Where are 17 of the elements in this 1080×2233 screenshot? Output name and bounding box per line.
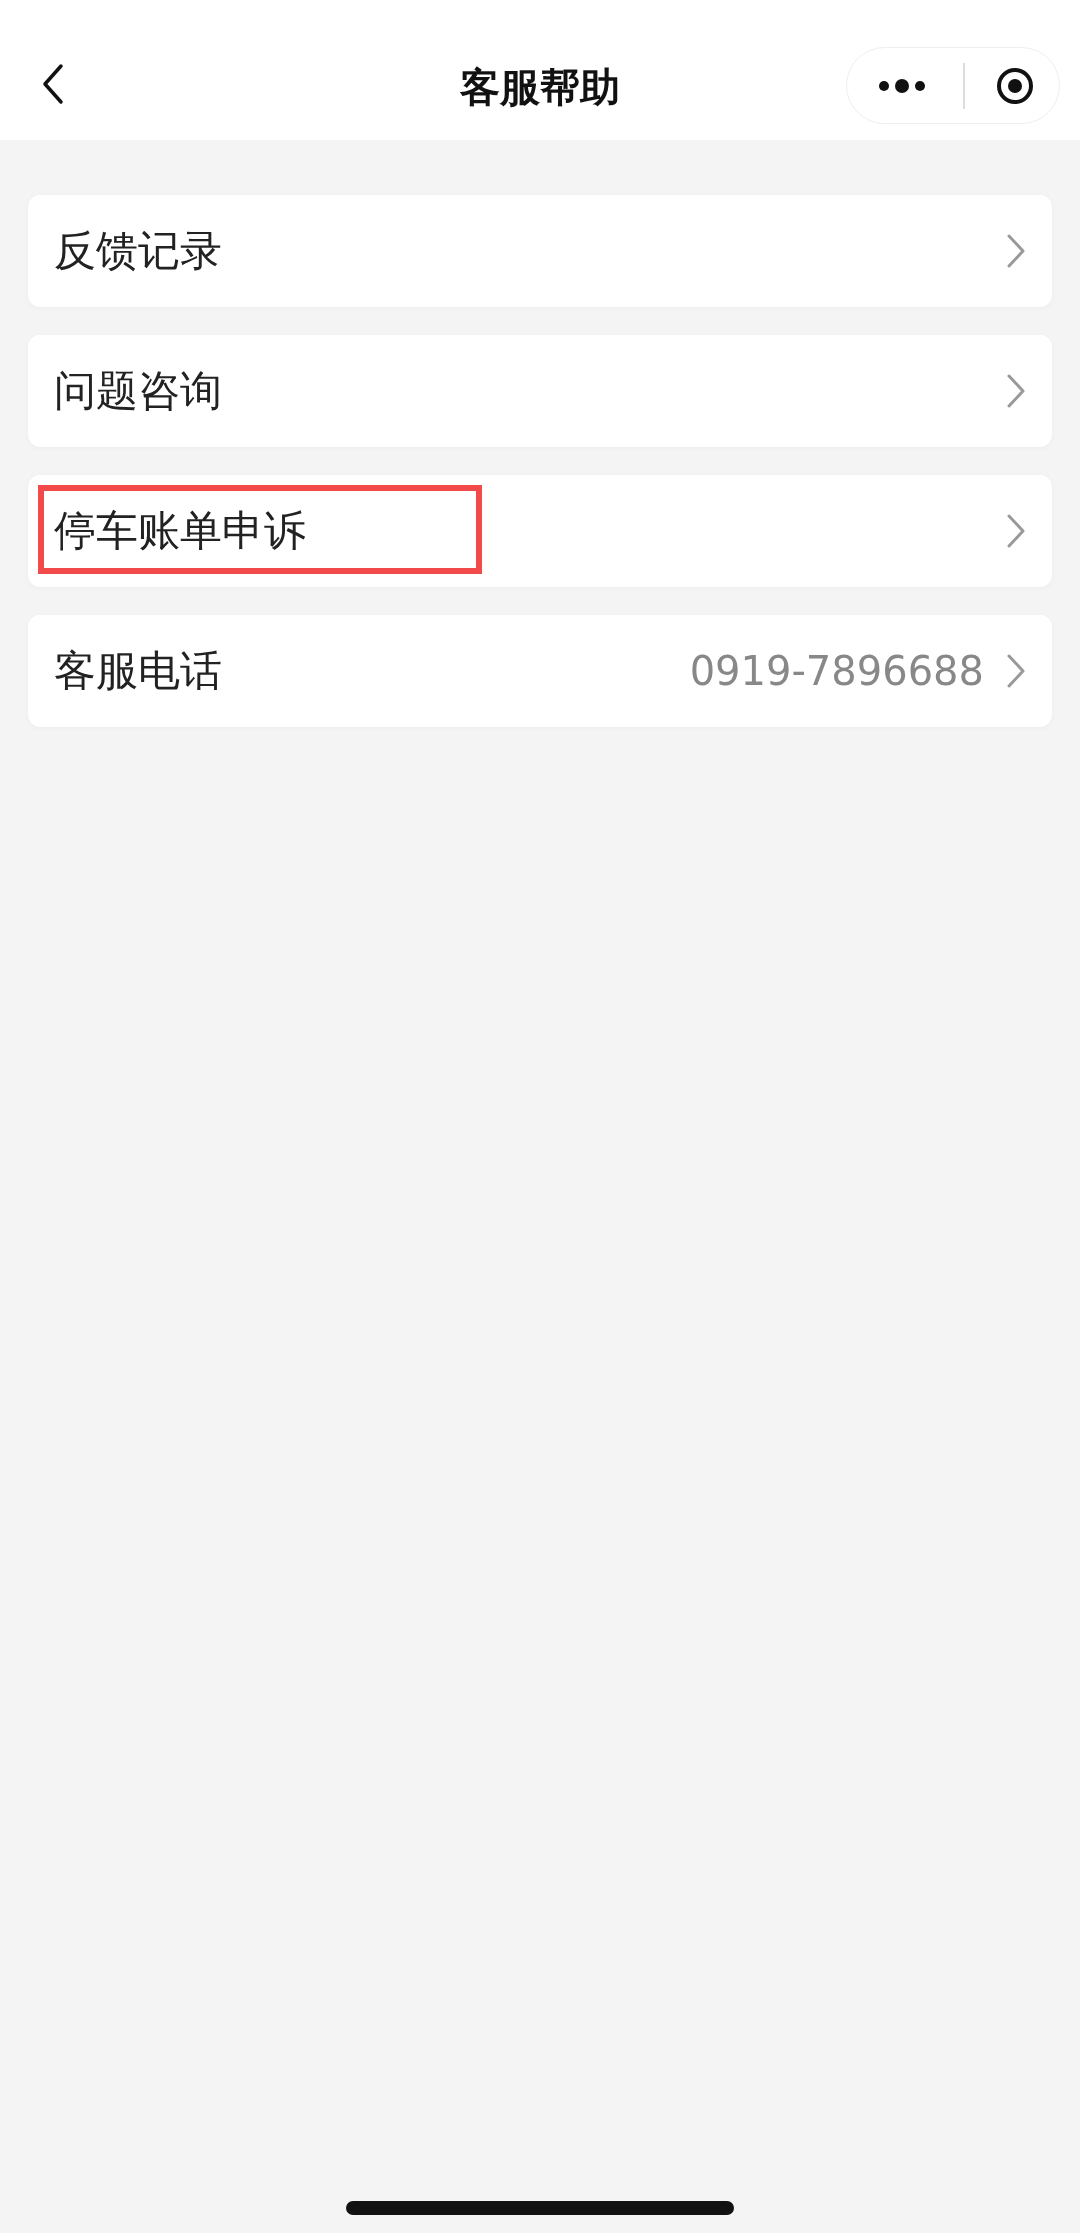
item-label: 反馈记录 [54,225,223,277]
back-icon[interactable] [40,62,66,106]
item-label: 停车账单申诉 [54,505,307,557]
chevron-right-icon [1006,373,1026,409]
chevron-right-icon [1006,653,1026,689]
chevron-right-icon [1006,233,1026,269]
chevron-right-icon [1006,513,1026,549]
item-label: 问题咨询 [54,365,223,417]
menu-item[interactable]: 停车账单申诉 [28,475,1052,587]
menu-item[interactable]: 反馈记录 [28,195,1052,307]
menu-item[interactable]: 客服电话 0919-7896688 [28,615,1052,727]
more-icon[interactable] [877,78,927,93]
phone-number: 0919-7896688 [689,648,984,694]
close-target-icon[interactable] [995,65,1035,106]
menu-item[interactable]: 问题咨询 [28,335,1052,447]
item-label: 客服电话 [54,645,223,697]
page-title: 客服帮助 [460,62,620,112]
